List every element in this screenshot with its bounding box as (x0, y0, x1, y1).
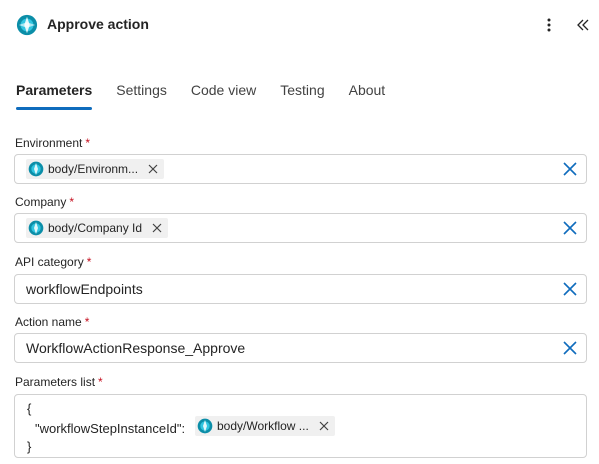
tab-parameters[interactable]: Parameters (16, 80, 93, 110)
dataverse-icon (28, 161, 44, 177)
parameters-list-editor[interactable]: { "workflowStepInstanceId": body/Workflo… (14, 394, 587, 458)
clear-company-icon[interactable] (562, 220, 578, 236)
remove-token-icon[interactable] (148, 164, 158, 174)
company-field[interactable]: body/Company Id (14, 213, 587, 243)
json-open-brace: { (27, 401, 32, 416)
more-options-button[interactable] (538, 14, 560, 36)
environment-label-text: Environment (15, 136, 83, 150)
company-label-text: Company (15, 195, 67, 209)
clear-api-category-icon[interactable] (562, 281, 578, 297)
api-category-label: API category * (15, 255, 91, 269)
page-title: Approve action (47, 16, 149, 32)
dataverse-icon (16, 14, 38, 36)
parameters-list-label-text: Parameters list (15, 375, 96, 389)
tab-testing[interactable]: Testing (280, 80, 324, 110)
json-close-brace: } (27, 439, 32, 454)
dataverse-icon (197, 418, 213, 434)
required-marker: * (85, 136, 91, 150)
api-category-label-text: API category (15, 255, 84, 269)
tab-code-view[interactable]: Code view (191, 80, 256, 110)
api-category-field[interactable]: workflowEndpoints (14, 274, 587, 304)
more-vertical-icon (547, 18, 551, 32)
company-label: Company * (15, 195, 74, 209)
panel-header: Approve action (0, 0, 599, 50)
api-category-value: workflowEndpoints (26, 281, 143, 297)
remove-token-icon[interactable] (319, 421, 329, 431)
action-name-label-text: Action name (15, 315, 82, 329)
workflow-token[interactable]: body/Workflow ... (195, 416, 335, 436)
required-marker: * (69, 195, 75, 209)
required-marker: * (86, 255, 92, 269)
clear-action-name-icon[interactable] (562, 340, 578, 356)
environment-field[interactable]: body/Environm... (14, 154, 587, 184)
tab-settings[interactable]: Settings (116, 80, 167, 110)
collapse-panel-button[interactable] (572, 14, 594, 36)
remove-token-icon[interactable] (152, 223, 162, 233)
action-name-field[interactable]: WorkflowActionResponse_Approve (14, 333, 587, 363)
environment-token-label: body/Environm... (48, 162, 139, 176)
required-marker: * (84, 315, 90, 329)
company-token[interactable]: body/Company Id (26, 218, 169, 238)
action-name-label: Action name * (15, 315, 89, 329)
environment-label: Environment * (15, 136, 90, 150)
workflow-token-label: body/Workflow ... (217, 419, 309, 433)
clear-environment-icon[interactable] (562, 161, 578, 177)
required-marker: * (98, 375, 103, 389)
company-token-label: body/Company Id (48, 221, 143, 235)
action-name-value: WorkflowActionResponse_Approve (26, 340, 246, 356)
dataverse-icon (28, 220, 44, 236)
tab-about[interactable]: About (349, 80, 386, 110)
tab-list: Parameters Settings Code view Testing Ab… (16, 80, 409, 112)
json-key: "workflowStepInstanceId": (35, 421, 186, 436)
parameters-list-label: Parameters list * (15, 375, 103, 389)
environment-token[interactable]: body/Environm... (26, 159, 165, 179)
double-chevron-left-icon (577, 19, 589, 31)
